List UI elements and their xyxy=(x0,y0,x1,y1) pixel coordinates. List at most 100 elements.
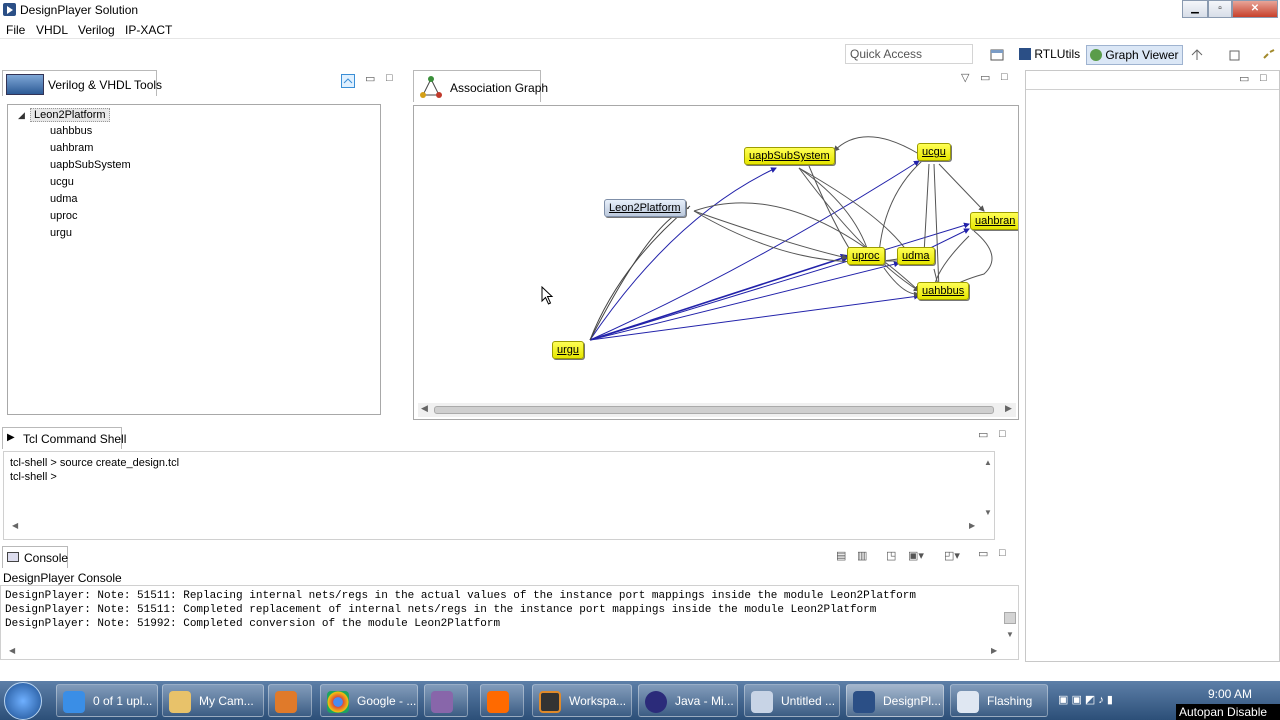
quick-access-input[interactable]: Quick Access xyxy=(845,44,973,64)
graph-node-urgu[interactable]: urgu xyxy=(552,341,585,359)
tab-tcl-command-shell[interactable]: ▶ Tcl Command Shell xyxy=(2,427,126,449)
tab-label: Console xyxy=(24,551,69,565)
console-panel: Console ▤ ▥ ◳ ▣▾ ◰▾ ▭ □ DesignPlayer Con… xyxy=(0,546,1021,662)
scroll-right-icon[interactable]: ▶ xyxy=(969,521,975,530)
graph-node-ucgu[interactable]: ucgu xyxy=(917,143,951,161)
maximize-icon[interactable]: □ xyxy=(999,428,1006,440)
clock[interactable]: 9:00 AM xyxy=(1208,687,1252,701)
maximize-icon[interactable]: □ xyxy=(1001,71,1008,83)
minimize-icon[interactable]: ▭ xyxy=(1239,72,1249,85)
maximize-icon[interactable]: □ xyxy=(1260,72,1267,84)
maximize-icon[interactable]: □ xyxy=(386,72,393,84)
graph-node-leon2platform[interactable]: Leon2Platform xyxy=(604,199,686,217)
graph-node-uproc[interactable]: uproc xyxy=(847,247,885,265)
scroll-lock-icon[interactable]: ▥ xyxy=(857,549,867,562)
taskbar-item-ie[interactable]: 0 of 1 upl... xyxy=(56,684,158,717)
taskbar-item-workspace[interactable]: Workspa... xyxy=(532,684,632,717)
taskbar-item-java[interactable]: Java - Mi... xyxy=(638,684,738,717)
tree-item-urgu[interactable]: urgu xyxy=(50,227,72,239)
console-line: DesignPlayer: Note: 51511: Completed rep… xyxy=(5,604,877,616)
taskbar-item-designplayer[interactable]: DesignPl... xyxy=(846,684,944,717)
graph-node-uapbsubsystem[interactable]: uapbSubSystem xyxy=(744,147,835,165)
graph-node-uahbram[interactable]: uahbran xyxy=(970,212,1018,230)
export-icon[interactable] xyxy=(1228,48,1242,62)
link-editor-icon[interactable] xyxy=(341,74,355,88)
tree-item-udma[interactable]: udma xyxy=(50,193,78,205)
graph-horizontal-scrollbar[interactable]: ◀ ▶ xyxy=(418,403,1016,417)
tab-label: Association Graph xyxy=(450,81,549,95)
scrollbar-thumb[interactable] xyxy=(434,406,994,414)
tree-item-uapbsubsystem[interactable]: uapbSubSystem xyxy=(50,159,131,171)
menu-ipxact[interactable]: IP-XACT xyxy=(125,23,172,37)
tab-association-graph[interactable]: Association Graph xyxy=(413,70,548,102)
console-scrollbar-thumb[interactable] xyxy=(1004,612,1016,624)
designplayer-icon xyxy=(853,691,875,713)
scroll-left-icon[interactable]: ◀ xyxy=(9,646,15,655)
minimize-icon[interactable]: ▭ xyxy=(980,71,990,84)
taskbar-item-mi[interactable] xyxy=(480,684,524,717)
scroll-right-icon[interactable]: ▶ xyxy=(991,646,997,655)
taskbar-item-flashing[interactable]: Flashing xyxy=(950,684,1048,717)
console-output[interactable]: DesignPlayer: Note: 51511: Replacing int… xyxy=(0,585,1019,660)
menu-file[interactable]: File xyxy=(6,23,25,37)
media-player-icon xyxy=(275,691,297,713)
taskbar-item-my-camera[interactable]: My Cam... xyxy=(162,684,264,717)
title-bar: DesignPlayer Solution ▁ ▫ ✕ xyxy=(0,0,1280,20)
minimize-button[interactable]: ▁ xyxy=(1182,0,1208,18)
graph-node-uahbbus[interactable]: uahbbus xyxy=(917,282,970,300)
display-console-icon[interactable]: ▣▾ xyxy=(908,549,924,562)
rtlutils-button[interactable]: RTLUtils xyxy=(1016,45,1083,65)
link-icon[interactable] xyxy=(1262,48,1276,62)
minimize-icon[interactable]: ▭ xyxy=(978,428,988,441)
open-console-icon[interactable]: ◰▾ xyxy=(944,549,960,562)
taskbar-item-media[interactable] xyxy=(268,684,312,717)
menu-verilog[interactable]: Verilog xyxy=(78,23,115,37)
graph-canvas[interactable]: Leon2Platform uapbSubSystem ucgu uahbran… xyxy=(413,105,1019,420)
window-icon xyxy=(957,691,979,713)
graph-viewer-label: Graph Viewer xyxy=(1105,48,1179,62)
tree-item-ucgu[interactable]: ucgu xyxy=(50,176,74,188)
sync-icon[interactable] xyxy=(1190,48,1204,62)
graph-viewer-icon xyxy=(1090,49,1102,61)
tab-verilog-vhdl-tools[interactable]: Verilog & VHDL Tools xyxy=(2,70,162,96)
taskbar-item-chrome[interactable]: Google - ... xyxy=(320,684,418,717)
maximize-icon[interactable]: □ xyxy=(999,547,1006,559)
close-button[interactable]: ✕ xyxy=(1232,0,1278,18)
graph-viewer-button[interactable]: Graph Viewer xyxy=(1086,45,1183,65)
maximize-button[interactable]: ▫ xyxy=(1208,0,1232,18)
tab-console[interactable]: Console xyxy=(2,546,68,568)
pin-console-icon[interactable]: ◳ xyxy=(886,549,896,562)
tree-item-uproc[interactable]: uproc xyxy=(50,210,78,222)
design-tree: ◢ Leon2Platform uahbbus uahbram uapbSubS… xyxy=(7,104,381,415)
scroll-up-icon[interactable]: ▲ xyxy=(984,458,992,467)
tools-icon xyxy=(6,74,44,95)
console-icon xyxy=(7,552,19,562)
scroll-left-icon[interactable]: ◀ xyxy=(421,403,428,414)
mi-icon xyxy=(487,691,509,713)
taskbar-item-app[interactable] xyxy=(424,684,468,717)
scroll-down-icon[interactable]: ▼ xyxy=(984,508,992,517)
tree-expand-icon[interactable]: ◢ xyxy=(18,110,25,121)
menu-vhdl[interactable]: VHDL xyxy=(36,23,68,37)
scroll-right-icon[interactable]: ▶ xyxy=(1005,403,1012,414)
tcl-shell-output[interactable]: tcl-shell > source create_design.tcl tcl… xyxy=(3,451,995,540)
clear-console-icon[interactable]: ▤ xyxy=(836,549,846,562)
tree-item-uahbbus[interactable]: uahbbus xyxy=(50,125,92,137)
scroll-left-icon[interactable]: ◀ xyxy=(12,521,18,530)
notepad-icon xyxy=(751,691,773,713)
open-perspective-icon[interactable] xyxy=(990,48,1004,62)
workspace-icon xyxy=(539,691,561,713)
tree-root-leon2platform[interactable]: Leon2Platform xyxy=(30,108,110,122)
view-menu-icon[interactable]: ▽ xyxy=(961,71,969,84)
minimize-icon[interactable]: ▭ xyxy=(365,72,375,85)
minimize-icon[interactable]: ▭ xyxy=(978,547,988,560)
taskbar-item-untitled[interactable]: Untitled ... xyxy=(744,684,840,717)
panel-divider xyxy=(1026,89,1279,90)
graph-node-udma[interactable]: udma xyxy=(897,247,935,265)
tree-item-uahbram[interactable]: uahbram xyxy=(50,142,93,154)
scroll-down-icon[interactable]: ▼ xyxy=(1006,630,1014,639)
app-icon xyxy=(3,3,16,16)
tray-icon[interactable]: ▣ ▣ ◩ ♪ ▮ xyxy=(1058,694,1113,706)
start-button[interactable] xyxy=(4,682,42,720)
autopan-notice: Autopan Disable xyxy=(1176,704,1280,720)
